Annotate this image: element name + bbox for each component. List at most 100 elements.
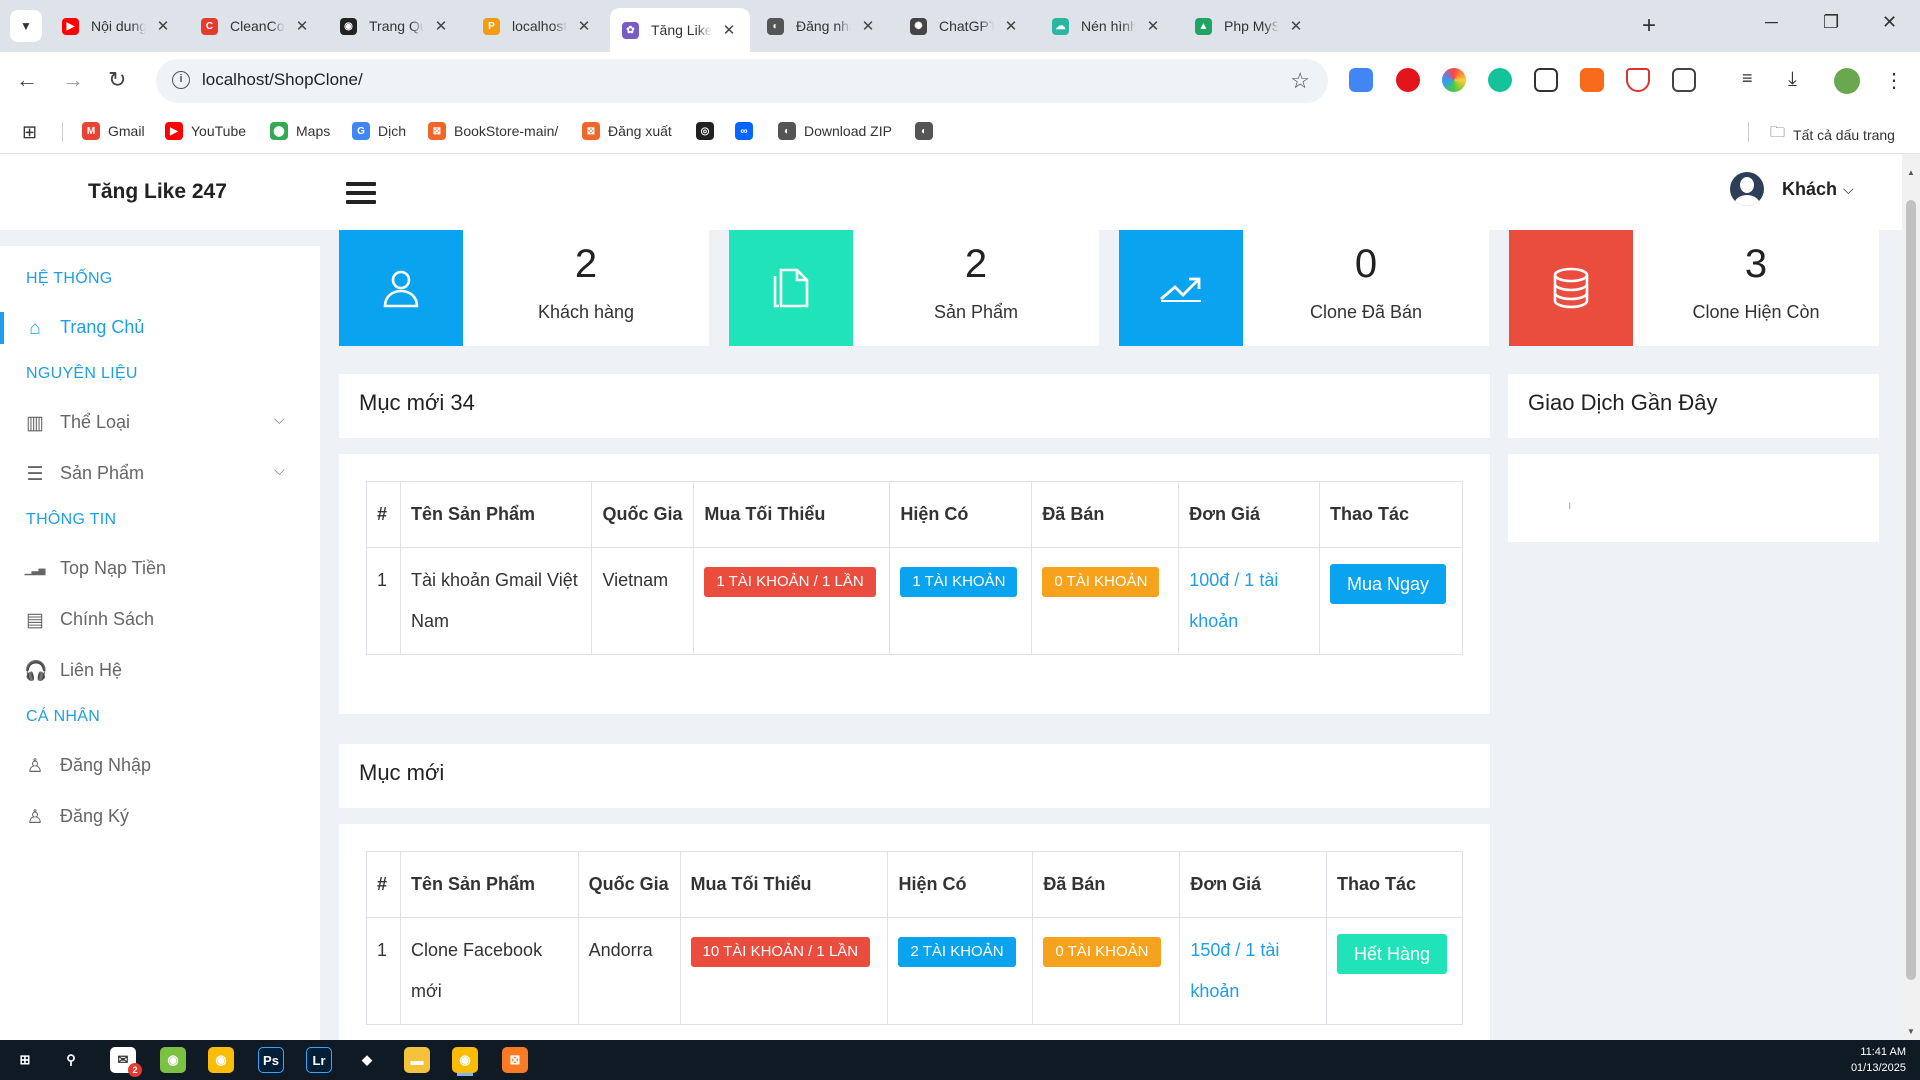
stock-badge: 1 TÀI KHOẢN — [900, 567, 1018, 597]
scrollbar-thumb[interactable] — [1906, 200, 1916, 980]
close-tab-icon[interactable]: ✕ — [1144, 17, 1162, 35]
site-info-icon[interactable]: i — [172, 71, 190, 89]
section-title: Mục mới 34 — [359, 390, 475, 415]
close-tab-icon[interactable]: ✕ — [720, 21, 738, 39]
bookmark-item[interactable]: ⊠ BookStore-main/ — [428, 122, 558, 140]
url-text[interactable]: localhost/ShopClone/ — [202, 70, 363, 90]
close-tab-icon[interactable]: ✕ — [1287, 17, 1305, 35]
address-bar[interactable]: i localhost/ShopClone/ ☆ — [156, 59, 1328, 103]
sidebar-item[interactable]: ♙ Đăng Nhập — [0, 746, 320, 786]
sidebar-item[interactable]: ♙ Đăng Ký — [0, 797, 320, 837]
sidebar-item[interactable]: ⌂ Trang Chủ — [0, 308, 320, 348]
user-icon — [339, 230, 463, 346]
sidebar-section-title: THÔNG TIN — [26, 511, 117, 528]
taskbar-mail-icon[interactable]: ✉ 2 — [110, 1047, 142, 1077]
download-icon[interactable]: ⤓ — [1788, 68, 1812, 92]
color-extension-icon[interactable] — [1442, 68, 1466, 92]
product-table: # Tên Sản Phẩm Quốc Gia Mua Tối Thiểu Hiện C… — [366, 481, 1464, 655]
site-header: Tăng Like 247 Khách ⌵ — [0, 154, 1920, 230]
close-tab-icon[interactable]: ✕ — [1002, 17, 1020, 35]
forward-arrow-icon[interactable]: → — [62, 67, 84, 93]
browser-tab[interactable]: ▲ Php MySql - Google Drive ✕ — [1183, 8, 1317, 44]
back-arrow-icon[interactable]: ← — [16, 67, 38, 93]
image-extension-icon[interactable] — [1534, 68, 1558, 92]
scroll-down-arrow-icon[interactable]: ▼ — [1907, 1027, 1915, 1036]
sync-extension-icon[interactable] — [1580, 68, 1604, 92]
bookmark-item[interactable]: ∞ — [735, 122, 761, 140]
menu-dots-icon[interactable]: ⋮ — [1884, 68, 1908, 92]
taskbar-chrome-active-icon[interactable]: ◉ — [452, 1047, 478, 1073]
taskbar-search-icon[interactable]: ⚲ — [58, 1047, 84, 1073]
grammarly-extension-icon[interactable] — [1488, 68, 1512, 92]
sidebar-item[interactable]: ▤ Chính Sách — [0, 600, 320, 640]
browser-tab[interactable]: ◉ Trang Quản Trị ✕ — [328, 8, 462, 44]
user-menu[interactable]: Khách ⌵ — [1730, 172, 1854, 206]
buy-button[interactable]: Hết Hàng — [1336, 934, 1448, 974]
close-tab-icon[interactable]: ✕ — [432, 17, 450, 35]
minimize-icon[interactable]: ─ — [1765, 12, 1778, 33]
tab-search-dropdown[interactable]: ▼ — [10, 10, 42, 42]
close-window-icon[interactable]: ✕ — [1882, 12, 1897, 33]
bookmark-item[interactable]: ◐ — [915, 122, 941, 140]
bookmark-item[interactable]: ◐ Download ZIP — [778, 122, 892, 140]
bar-chart-icon: ▁▃▅ — [24, 565, 46, 575]
browser-tab[interactable]: ▶ Nội dung của kênh ✕ — [50, 8, 184, 44]
close-tab-icon[interactable]: ✕ — [859, 17, 877, 35]
browser-tab[interactable]: ✺ ChatGPT ✕ — [898, 8, 1032, 44]
taskbar-chrome-icon[interactable]: ◉ — [208, 1047, 234, 1073]
bookmark-item[interactable]: ⬤ Maps — [270, 122, 330, 140]
taskbar-start-icon[interactable]: ⊞ — [12, 1047, 38, 1073]
system-clock[interactable]: 11:41 AM 01/13/2025 — [1851, 1044, 1906, 1076]
restore-icon[interactable]: ❐ — [1823, 12, 1839, 33]
row-index: 1 — [366, 917, 401, 1025]
column-header: Thao Tác — [1318, 481, 1464, 548]
all-bookmarks-folder[interactable]: 🗀 Tất cả dấu trang — [1770, 122, 1895, 147]
stat-text: 3 Clone Hiện Còn — [1633, 230, 1879, 346]
bookmark-star-icon[interactable]: ☆ — [1290, 68, 1310, 94]
bookmark-favicon-icon: ∞ — [735, 122, 753, 140]
taskbar-photoshop-icon[interactable]: Ps — [258, 1047, 284, 1073]
sidebar-item-label: Top Nạp Tiền — [60, 558, 167, 578]
browser-tab[interactable]: ✿ Tăng Like 247 ✕ — [610, 8, 750, 52]
sidebar-item[interactable]: ☰ Sản Phẩm ⌵ — [0, 454, 320, 494]
bookmark-item[interactable]: G Dịch — [352, 122, 406, 140]
browser-tab[interactable]: C CleanCode - Nhóm ✕ — [189, 8, 323, 44]
taskbar-explorer-icon[interactable]: ▬ — [404, 1047, 430, 1073]
puzzle-extensions-icon[interactable] — [1672, 68, 1696, 92]
buy-button[interactable]: Mua Ngay — [1329, 564, 1446, 604]
pocket-extension-icon[interactable] — [1626, 68, 1650, 92]
adblock-extension-icon[interactable] — [1396, 68, 1420, 92]
page-scrollbar[interactable]: ▲ ▼ — [1902, 154, 1920, 1040]
reload-icon[interactable]: ↻ — [108, 67, 126, 93]
sidebar-item[interactable]: ▥ Thể Loại ⌵ — [0, 403, 320, 443]
close-tab-icon[interactable]: ✕ — [575, 17, 593, 35]
tab-favicon-icon: ✿ — [622, 21, 639, 39]
browser-tab[interactable]: ◐ Đăng nhập tài khoản ✕ — [755, 8, 889, 44]
table-header-row: # Tên Sản Phẩm Quốc Gia Mua Tối Thiểu Hiện C… — [366, 851, 1464, 918]
scroll-up-arrow-icon[interactable]: ▲ — [1907, 168, 1915, 177]
taskbar-browser-alt-icon[interactable]: ◉ — [160, 1047, 186, 1073]
hamburger-menu-icon[interactable] — [346, 182, 376, 204]
bookmark-item[interactable]: ▶ YouTube — [165, 122, 246, 140]
close-tab-icon[interactable]: ✕ — [293, 17, 311, 35]
bookmark-item[interactable]: M Gmail — [82, 122, 145, 140]
taskbar-xampp-icon[interactable]: ⊠ — [502, 1047, 528, 1073]
recent-transactions-panel: ı — [1508, 454, 1879, 542]
google-translate-extension-icon[interactable] — [1349, 68, 1373, 92]
taskbar-lightroom-icon[interactable]: Lr — [306, 1047, 332, 1073]
sidebar-item-label: Liên Hệ — [60, 660, 123, 680]
bookmark-item[interactable]: ⊠ Đăng xuất — [582, 122, 672, 140]
media-control-icon[interactable]: ≡ — [1742, 68, 1766, 92]
sidebar-item[interactable]: 🎧 Liên Hệ — [0, 651, 320, 691]
bookmark-item[interactable]: ◎ — [696, 122, 722, 140]
close-tab-icon[interactable]: ✕ — [154, 17, 172, 35]
bookmark-favicon-icon: ◐ — [915, 122, 933, 140]
browser-tab[interactable]: Plocalhost / 127.0.0.1 ✕ — [471, 8, 605, 44]
profile-avatar-icon[interactable] — [1834, 68, 1860, 94]
apps-grid-icon[interactable]: ⊞ — [22, 122, 37, 143]
sidebar-item[interactable]: ▁▃▅ Top Nạp Tiền — [0, 549, 320, 589]
taskbar-vscode-icon[interactable]: ◆ — [354, 1047, 380, 1073]
brand-title[interactable]: Tăng Like 247 — [88, 180, 227, 204]
new-tab-button[interactable]: + — [1642, 12, 1656, 40]
browser-tab[interactable]: ☁ Nén hình ảnh ✕ — [1040, 8, 1174, 44]
